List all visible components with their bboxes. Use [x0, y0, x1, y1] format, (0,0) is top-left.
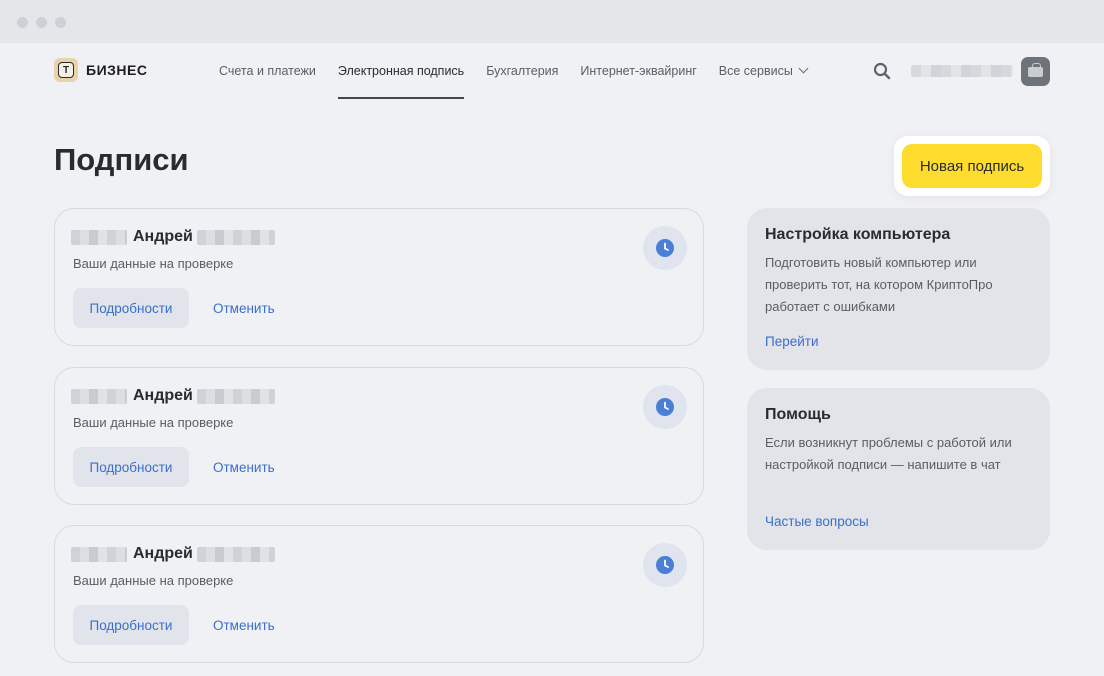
signer-lastname-redacted — [71, 229, 127, 245]
avatar[interactable] — [1021, 57, 1050, 86]
cancel-button[interactable]: Отменить — [213, 288, 275, 328]
cancel-button[interactable]: Отменить — [213, 447, 275, 487]
main-nav: Счета и платежи Электронная подпись Бухг… — [219, 43, 829, 99]
logo-letter: Т — [58, 62, 74, 78]
computer-setup-text: Подготовить новый компьютер или проверит… — [765, 255, 993, 314]
user-name-redacted[interactable] — [911, 65, 1013, 77]
window-titlebar — [0, 0, 1104, 43]
nav-item-all-services[interactable]: Все сервисы — [718, 43, 809, 99]
signature-status: Ваши данные на проверке — [73, 415, 234, 430]
computer-setup-title: Настройка компьютера — [765, 226, 951, 243]
cancel-button[interactable]: Отменить — [213, 605, 275, 645]
signer-name-row: Андрей — [71, 545, 275, 563]
window-minimize-dot[interactable] — [36, 17, 47, 28]
help-card: Помощь Если возникнут проблемы с работой… — [747, 388, 1050, 550]
signer-name-row: Андрей — [71, 228, 275, 246]
signer-first-name: Андрей — [133, 228, 193, 245]
signer-first-name: Андрей — [133, 545, 193, 562]
logo-badge-icon: Т — [54, 58, 78, 82]
signer-name-row: Андрей — [71, 387, 275, 405]
signer-patronymic-redacted — [196, 546, 275, 562]
top-header: Т БИЗНЕС Счета и платежи Электронная под… — [0, 43, 1104, 103]
clock-icon — [656, 556, 674, 574]
help-text: Если возникнут проблемы с работой или на… — [765, 435, 1012, 472]
page-title: Подписи — [54, 142, 189, 177]
signature-card: Андрей Ваши данные на проверке Подробнос… — [54, 525, 704, 663]
brand-logo[interactable]: Т БИЗНЕС — [54, 58, 147, 82]
nav-item-payments[interactable]: Счета и платежи — [219, 43, 316, 99]
window-close-dot[interactable] — [17, 17, 28, 28]
computer-setup-card: Настройка компьютера Подготовить новый к… — [747, 208, 1050, 370]
new-signature-button[interactable]: Новая подпись — [902, 144, 1042, 188]
signer-first-name: Андрей — [133, 387, 193, 404]
signer-lastname-redacted — [71, 546, 127, 562]
nav-item-e-signature[interactable]: Электронная подпись — [337, 43, 465, 99]
faq-link[interactable]: Частые вопросы — [765, 514, 869, 529]
pending-status-badge — [643, 543, 687, 587]
signature-status: Ваши данные на проверке — [73, 573, 234, 588]
signature-card: Андрей Ваши данные на проверке Подробнос… — [54, 367, 704, 505]
signer-lastname-redacted — [71, 388, 127, 404]
signer-patronymic-redacted — [196, 229, 275, 245]
help-title: Помощь — [765, 406, 831, 423]
new-signature-highlight: Новая подпись — [894, 136, 1050, 196]
pending-status-badge — [643, 226, 687, 270]
window-maximize-dot[interactable] — [55, 17, 66, 28]
chevron-down-icon — [798, 63, 809, 74]
nav-item-accounting[interactable]: Бухгалтерия — [486, 43, 558, 99]
nav-item-all-services-label: Все сервисы — [718, 64, 793, 78]
details-button[interactable]: Подробности — [73, 288, 189, 328]
signature-card: Андрей Ваши данные на проверке Подробнос… — [54, 208, 704, 346]
details-button[interactable]: Подробности — [73, 605, 189, 645]
signature-status: Ваши данные на проверке — [73, 256, 234, 271]
computer-setup-link[interactable]: Перейти — [765, 334, 819, 349]
signer-patronymic-redacted — [196, 388, 275, 404]
pending-status-badge — [643, 385, 687, 429]
details-button[interactable]: Подробности — [73, 447, 189, 487]
clock-icon — [656, 398, 674, 416]
search-icon[interactable] — [873, 62, 891, 80]
clock-icon — [656, 239, 674, 257]
brand-name: БИЗНЕС — [86, 62, 148, 78]
nav-item-acquiring[interactable]: Интернет-эквайринг — [580, 43, 696, 99]
